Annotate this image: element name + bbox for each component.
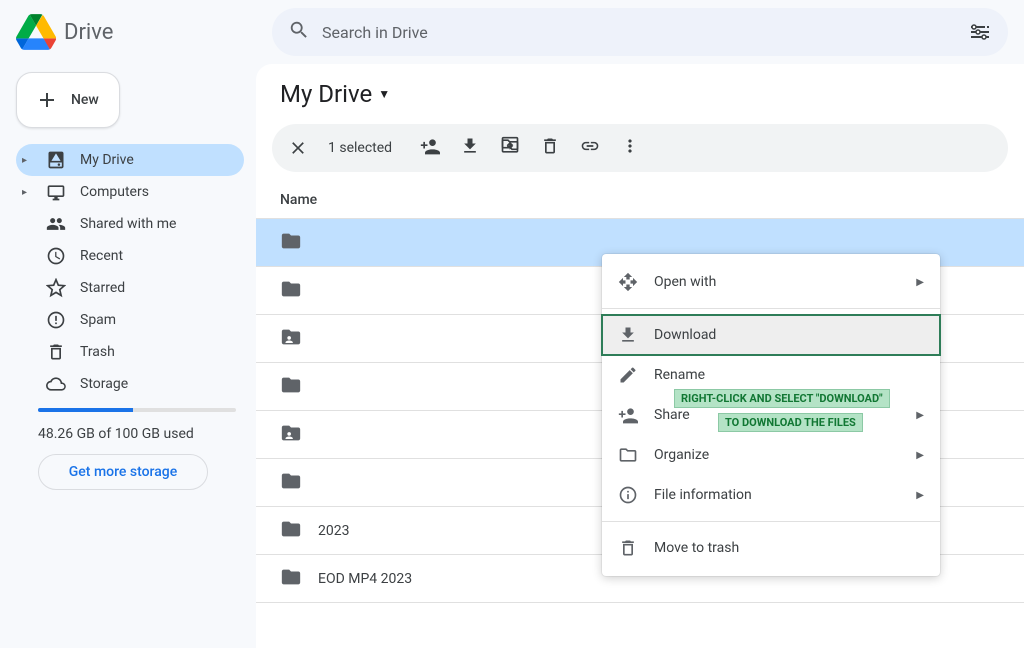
- open-with-icon: [618, 272, 638, 292]
- star-icon: [46, 278, 66, 298]
- storage-bar: [38, 408, 236, 412]
- info-icon: [618, 485, 638, 505]
- chevron-right-icon[interactable]: ▸: [22, 155, 32, 166]
- sidebar-item-label: My Drive: [80, 152, 134, 168]
- spam-icon: [46, 310, 66, 330]
- trash-icon: [618, 538, 638, 558]
- chevron-right-icon: ▶: [916, 410, 924, 421]
- product-name: Drive: [64, 20, 113, 45]
- search-icon: [288, 19, 310, 45]
- new-button-label: New: [71, 92, 99, 108]
- delete-button[interactable]: [540, 136, 560, 160]
- chevron-right-icon: ▶: [916, 450, 924, 461]
- download-icon: [618, 325, 638, 345]
- folder-icon: [280, 374, 302, 400]
- filter-icon[interactable]: [968, 20, 992, 44]
- ctx-file-info[interactable]: File information ▶: [602, 475, 940, 515]
- separator: [602, 521, 940, 522]
- shared-folder-icon: [280, 326, 302, 352]
- tutorial-annotation: RIGHT-CLICK AND SELECT "DOWNLOAD": [674, 389, 890, 408]
- chevron-right-icon: ▶: [916, 277, 924, 288]
- ctx-label: File information: [654, 487, 900, 503]
- get-more-storage-button[interactable]: Get more storage: [38, 454, 208, 490]
- breadcrumb[interactable]: My Drive ▼: [256, 80, 1024, 124]
- sidebar: New ▸ My Drive ▸ Computers Shared with m…: [0, 64, 256, 648]
- sidebar-item-spam[interactable]: Spam: [16, 304, 244, 336]
- clock-icon: [46, 246, 66, 266]
- cloud-icon: [46, 374, 66, 394]
- sidebar-item-shared[interactable]: Shared with me: [16, 208, 244, 240]
- sidebar-item-recent[interactable]: Recent: [16, 240, 244, 272]
- download-button[interactable]: [460, 136, 480, 160]
- folder-icon: [280, 470, 302, 496]
- selection-count: 1 selected: [328, 140, 392, 156]
- ctx-label: Move to trash: [654, 540, 924, 556]
- main-area: My Drive ▼ 1 selected Name es 1 to 141 -…: [256, 64, 1024, 648]
- sidebar-item-label: Spam: [80, 312, 116, 328]
- selection-toolbar: 1 selected: [272, 124, 1008, 172]
- share-icon: [618, 405, 638, 425]
- drive-logo-icon: [16, 14, 56, 50]
- ctx-label: Organize: [654, 447, 900, 463]
- share-button[interactable]: [420, 136, 440, 160]
- folder-icon: [280, 278, 302, 304]
- caret-down-icon: ▼: [378, 87, 390, 101]
- trash-icon: [46, 342, 66, 362]
- rename-icon: [618, 365, 638, 385]
- new-button[interactable]: New: [16, 72, 120, 128]
- folder-icon: [280, 566, 302, 592]
- drive-icon: [46, 150, 66, 170]
- tutorial-annotation: TO DOWNLOAD THE FILES: [718, 413, 863, 432]
- file-name: EOD MP4 2023: [318, 571, 412, 587]
- plus-icon: [35, 88, 59, 112]
- organize-icon: [618, 445, 638, 465]
- chevron-right-icon: ▶: [916, 490, 924, 501]
- more-button[interactable]: [620, 136, 640, 160]
- sidebar-item-label: Shared with me: [80, 216, 176, 232]
- search-input[interactable]: Search in Drive: [322, 23, 948, 42]
- sidebar-item-label: Storage: [80, 376, 128, 392]
- breadcrumb-title: My Drive: [280, 80, 372, 108]
- shared-icon: [46, 214, 66, 234]
- sidebar-item-trash[interactable]: Trash: [16, 336, 244, 368]
- folder-icon: [280, 518, 302, 544]
- search-bar[interactable]: Search in Drive: [272, 8, 1008, 56]
- column-header-name[interactable]: Name: [256, 184, 1024, 219]
- ctx-organize[interactable]: Organize ▶: [602, 435, 940, 475]
- separator: [602, 308, 940, 309]
- sidebar-item-label: Starred: [80, 280, 125, 296]
- storage-text: 48.26 GB of 100 GB used: [38, 426, 236, 442]
- sidebar-item-label: Computers: [80, 184, 149, 200]
- ctx-label: Rename: [654, 367, 924, 383]
- computers-icon: [46, 182, 66, 202]
- sidebar-item-starred[interactable]: Starred: [16, 272, 244, 304]
- ctx-label: Open with: [654, 274, 900, 290]
- ctx-move-to-trash[interactable]: Move to trash: [602, 528, 940, 568]
- ctx-open-with[interactable]: Open with ▶: [602, 262, 940, 302]
- ctx-label: Download: [654, 327, 924, 343]
- sidebar-item-computers[interactable]: ▸ Computers: [16, 176, 244, 208]
- sidebar-item-label: Trash: [80, 344, 115, 360]
- close-selection-button[interactable]: [288, 138, 308, 158]
- sidebar-item-storage[interactable]: Storage: [16, 368, 244, 400]
- sidebar-item-my-drive[interactable]: ▸ My Drive: [16, 144, 244, 176]
- shared-folder-icon: [280, 422, 302, 448]
- folder-icon: [280, 230, 302, 256]
- app-header: Drive Search in Drive: [0, 0, 1024, 64]
- move-button[interactable]: [500, 136, 520, 160]
- chevron-right-icon[interactable]: ▸: [22, 187, 32, 198]
- file-name: 2023: [318, 523, 349, 539]
- link-button[interactable]: [580, 136, 600, 160]
- ctx-download[interactable]: Download: [602, 315, 940, 355]
- sidebar-item-label: Recent: [80, 248, 123, 264]
- logo-area[interactable]: Drive: [16, 14, 256, 50]
